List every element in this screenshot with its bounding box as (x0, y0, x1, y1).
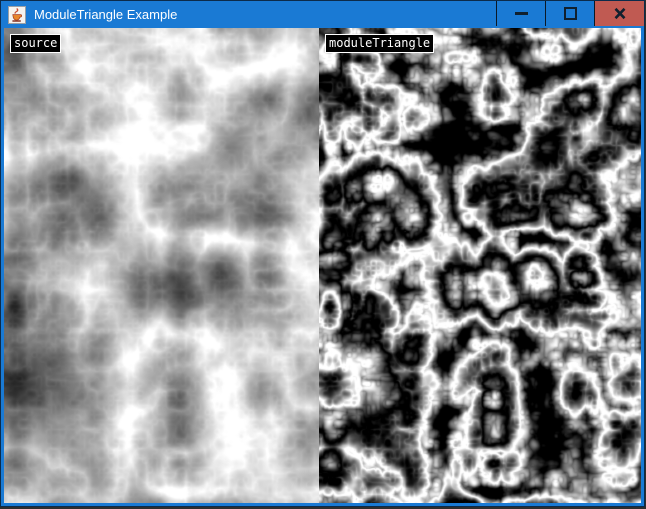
minimize-button[interactable] (496, 1, 545, 26)
maximize-icon (564, 7, 577, 20)
minimize-icon (515, 12, 528, 15)
source-noise-image (4, 28, 319, 503)
title-bar[interactable]: ModuleTriangle Example (1, 1, 644, 28)
java-coffee-cup-icon (8, 6, 26, 24)
panel-label-moduletriangle: moduleTriangle (325, 34, 434, 53)
window-controls (496, 1, 644, 26)
panel-moduletriangle: moduleTriangle (319, 28, 641, 503)
app-window: ModuleTriangle Example source moduleTria… (0, 0, 645, 507)
panel-label-source: source (10, 34, 61, 53)
maximize-button[interactable] (545, 1, 594, 26)
window-title: ModuleTriangle Example (34, 1, 177, 28)
close-button[interactable] (594, 1, 644, 26)
close-icon (613, 7, 627, 20)
content-area: source moduleTriangle (1, 28, 644, 506)
moduletriangle-noise-image (319, 28, 641, 503)
panel-source: source (4, 28, 319, 503)
